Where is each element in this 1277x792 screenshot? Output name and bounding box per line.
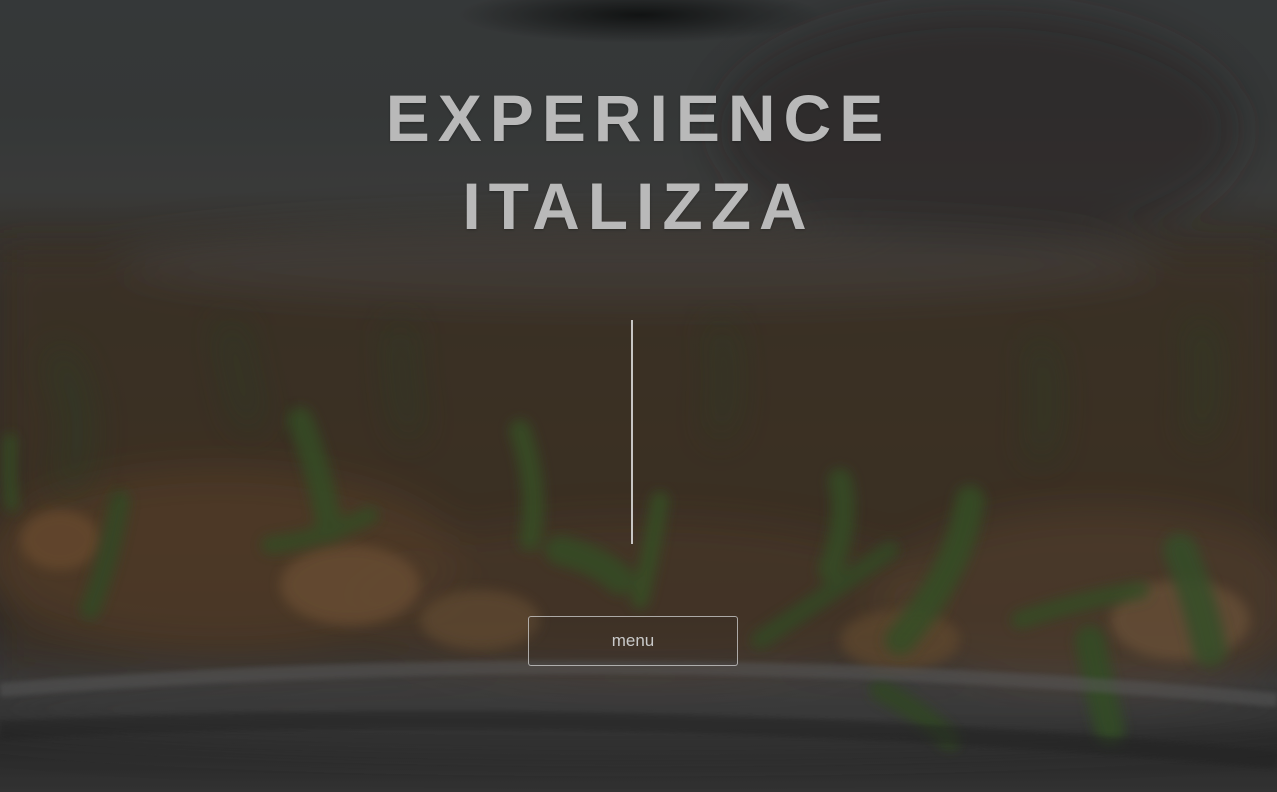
menu-button[interactable]: menu [528, 616, 738, 666]
hero-section: EXPERIENCE ITALIZZA menu [0, 0, 1277, 792]
headline-line-italizza: ITALIZZA [462, 169, 815, 243]
hero-headline: EXPERIENCE ITALIZZA [0, 74, 1277, 250]
vertical-divider [631, 320, 633, 544]
headline-line-experience: EXPERIENCE [385, 81, 892, 155]
